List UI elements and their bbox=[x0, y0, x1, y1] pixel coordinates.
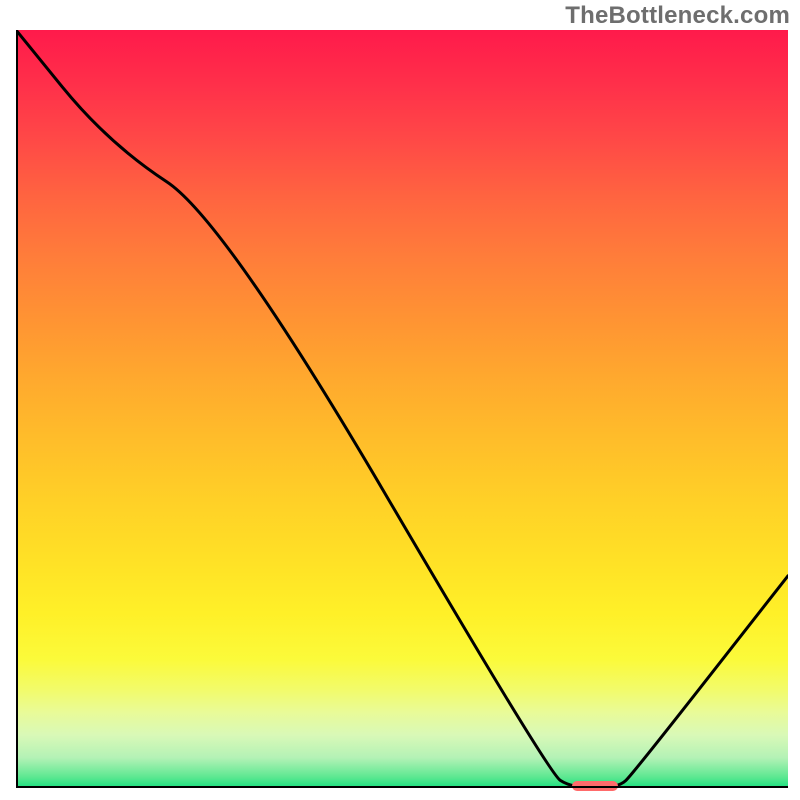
bottleneck-chart: TheBottleneck.com bbox=[0, 0, 800, 800]
gradient-background bbox=[16, 30, 788, 788]
plot-area bbox=[16, 30, 788, 788]
watermark-text: TheBottleneck.com bbox=[565, 2, 790, 30]
